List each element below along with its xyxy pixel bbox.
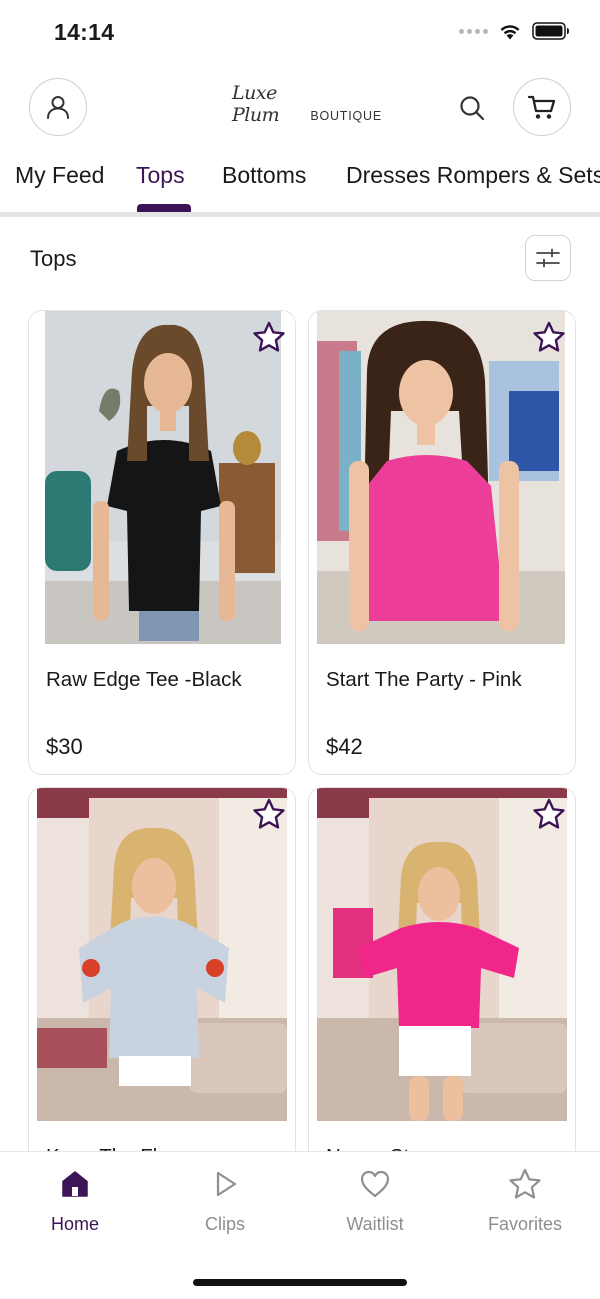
nav-waitlist-label: Waitlist — [346, 1214, 404, 1234]
star-outline-icon — [533, 321, 565, 352]
search-icon — [460, 96, 485, 121]
nav-waitlist[interactable]: Waitlist — [300, 1166, 450, 1235]
bottom-navigation: Home Clips Waitlist Favorites — [0, 1151, 600, 1299]
nav-clips[interactable]: Clips — [150, 1166, 300, 1235]
product-image[interactable] — [309, 788, 575, 1121]
tab-dresses-rompers-sets[interactable]: Dresses Rompers & Sets — [346, 162, 600, 189]
section-title: Tops — [30, 246, 77, 271]
battery-icon — [532, 22, 569, 40]
product-card[interactable]: Start The Party - Pink $42 — [308, 310, 576, 775]
active-tab-indicator — [137, 204, 191, 212]
product-card[interactable]: Keep The Flow... — [28, 787, 296, 1207]
nav-home-label: Home — [50, 1214, 99, 1234]
tab-bottoms[interactable]: Bottoms — [222, 162, 306, 189]
status-time: 14:14 — [54, 19, 115, 45]
home-icon — [57, 1166, 93, 1202]
product-price: $42 — [326, 734, 363, 759]
nav-home[interactable]: Home — [0, 1166, 150, 1235]
nav-clips-label: Clips — [204, 1214, 245, 1234]
star-outline-icon — [533, 798, 565, 829]
brand-logo[interactable]: Luxe Plum BOUTIQUE — [232, 82, 382, 126]
cart-icon — [527, 95, 556, 119]
tab-tops[interactable]: Tops — [136, 162, 185, 189]
signal-icon — [459, 28, 488, 34]
app-header: Luxe Plum BOUTIQUE — [0, 78, 600, 138]
favorite-button[interactable] — [531, 796, 567, 832]
sliders-icon — [536, 248, 560, 268]
star-icon — [507, 1166, 543, 1202]
wifi-icon — [500, 25, 520, 40]
product-card[interactable]: Now a Sta... — [308, 787, 576, 1207]
account-icon — [47, 96, 69, 119]
category-tabs: My Feed Tops Bottoms Dresses Rompers & S… — [0, 158, 600, 216]
product-price: $30 — [46, 734, 83, 759]
status-bar: 14:14 — [0, 0, 600, 66]
favorite-button[interactable] — [531, 319, 567, 355]
home-indicator[interactable] — [193, 1279, 407, 1286]
product-image[interactable] — [309, 311, 575, 644]
favorite-button[interactable] — [251, 796, 287, 832]
cart-button[interactable] — [513, 78, 571, 136]
search-button[interactable] — [456, 92, 488, 124]
product-name: Start The Party - Pink — [326, 668, 522, 691]
tabs-divider — [0, 212, 600, 217]
logo-script-text: Luxe Plum — [232, 82, 280, 126]
star-outline-icon — [253, 321, 285, 352]
star-outline-icon — [253, 798, 285, 829]
account-button[interactable] — [29, 78, 87, 136]
product-image[interactable] — [29, 788, 295, 1121]
product-name: Raw Edge Tee -Black — [46, 668, 242, 691]
favorite-button[interactable] — [251, 319, 287, 355]
filter-button[interactable] — [525, 235, 571, 281]
tab-my-feed[interactable]: My Feed — [15, 162, 104, 189]
nav-favorites-label: Favorites — [487, 1214, 563, 1234]
status-icons — [459, 22, 570, 40]
play-icon — [207, 1166, 243, 1202]
logo-block-text: BOUTIQUE — [310, 109, 382, 123]
nav-favorites[interactable]: Favorites — [450, 1166, 600, 1235]
product-image[interactable] — [29, 311, 295, 644]
product-card[interactable]: Raw Edge Tee -Black $30 — [28, 310, 296, 775]
heart-icon — [357, 1166, 393, 1202]
